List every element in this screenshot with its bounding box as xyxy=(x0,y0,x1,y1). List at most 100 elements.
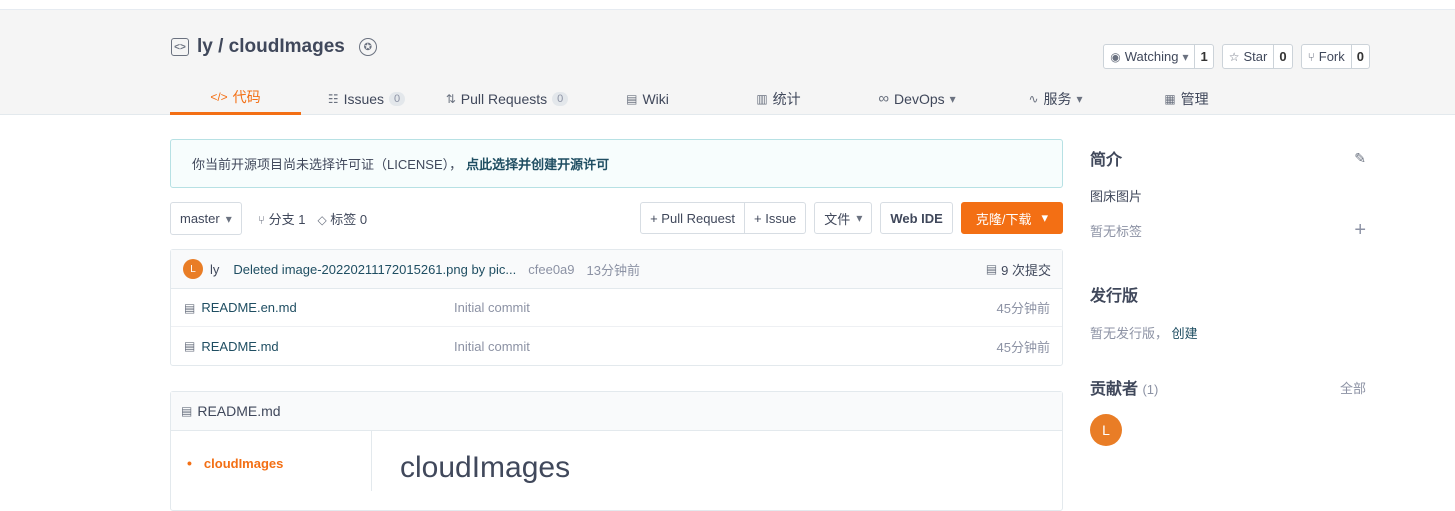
watch-label: Watching xyxy=(1124,49,1179,64)
contributors-title: 贡献者 xyxy=(1090,381,1139,398)
web-ide-button[interactable]: Web IDE xyxy=(880,202,953,234)
readme-panel: ▤ README.md cloudImages cloudImages xyxy=(170,391,1063,511)
new-issue-button[interactable]: + Issue xyxy=(745,202,807,234)
avatar[interactable]: L xyxy=(1090,414,1122,446)
readme-title: cloudImages xyxy=(400,451,571,484)
release-title: 发行版 xyxy=(1090,288,1139,305)
create-release-link[interactable]: 创建 xyxy=(1172,326,1198,341)
intro-title: 简介 xyxy=(1090,152,1123,169)
table-row: ▤ README.md Initial commit 45分钟前 xyxy=(171,327,1062,365)
repo-title[interactable]: ly / cloudImages xyxy=(197,36,345,58)
tab-pr-count: 0 xyxy=(552,91,569,106)
star-button[interactable]: ☆ Star 0 xyxy=(1221,44,1293,69)
intro-heading: 简介 ✎ xyxy=(1090,146,1366,170)
caret-down-icon: ▾ xyxy=(1076,91,1083,106)
license-notice: 你当前开源项目尚未选择许可证（LICENSE）， 点此选择并创建开源许可 xyxy=(170,139,1063,188)
files-label: 文件 xyxy=(824,211,851,227)
tag-icon: ◇ xyxy=(317,213,327,227)
commit-count: 9 次提交 xyxy=(1001,262,1051,278)
right-tools: + Pull Request + Issue 文件 ▾ Web IDE 克隆/下… xyxy=(640,202,1063,234)
tab-manage[interactable]: ▦ 管理 xyxy=(1121,82,1252,115)
sidebar: 简介 ✎ 图床图片 暂无标签 + 发行版 暂无发行版， 创建 贡献者 (1) 全… xyxy=(1090,139,1366,446)
tab-devops[interactable]: ∞ DevOps ▾ xyxy=(844,82,990,115)
repo-actions: ◉ Watching ▾ 1 ☆ Star 0 ⑂ Fork 0 xyxy=(1103,44,1370,69)
branches-link[interactable]: ⑂ 分支 1 xyxy=(258,209,306,228)
intro-text: 图床图片 xyxy=(1090,189,1143,204)
readme-toc: cloudImages xyxy=(171,431,372,491)
fork-count[interactable]: 0 xyxy=(1350,45,1369,68)
add-icon[interactable]: + xyxy=(1354,219,1366,242)
tags-label: 标签 0 xyxy=(330,212,368,227)
tab-code[interactable]: </> 代码 xyxy=(170,82,301,115)
commit-author[interactable]: ly xyxy=(210,262,219,277)
file-name[interactable]: README.md xyxy=(201,339,451,354)
file-icon: ▤ xyxy=(184,339,196,353)
document-icon: ▤ xyxy=(181,404,193,418)
file-table: L ly Deleted image-20220211172015261.png… xyxy=(170,249,1063,366)
files-dropdown[interactable]: 文件 ▾ xyxy=(814,202,873,234)
fork-button[interactable]: ⑂ Fork 0 xyxy=(1300,44,1370,69)
top-strip xyxy=(0,0,1455,10)
release-row: 暂无发行版， 创建 xyxy=(1090,323,1366,342)
new-pull-request-button[interactable]: + Pull Request xyxy=(640,202,746,234)
commit-message[interactable]: Deleted image-20220211172015261.png by p… xyxy=(233,262,516,277)
star-label: Star xyxy=(1243,49,1268,64)
fork-icon: ⑂ xyxy=(1307,49,1315,64)
no-tags-text: 暂无标签 xyxy=(1090,224,1143,239)
readme-body: cloudImages cloudImages xyxy=(171,431,1062,491)
caret-down-icon: ▾ xyxy=(225,211,232,226)
tab-stats-label: 统计 xyxy=(772,90,801,107)
file-commit-message[interactable]: Initial commit xyxy=(454,339,530,354)
tab-issues[interactable]: ☷ Issues 0 xyxy=(301,82,432,115)
file-name[interactable]: README.en.md xyxy=(201,300,451,315)
latest-commit-row: L ly Deleted image-20220211172015261.png… xyxy=(171,250,1062,289)
watch-button[interactable]: ◉ Watching ▾ 1 xyxy=(1103,44,1214,69)
repo-icon: <> xyxy=(171,38,189,56)
eye-icon: ◉ xyxy=(1110,49,1121,64)
fork-label: Fork xyxy=(1318,49,1345,64)
contributors-all-link[interactable]: 全部 xyxy=(1340,378,1366,397)
clone-download-button[interactable]: 克隆/下载 ▾ xyxy=(960,202,1063,234)
create-group: + Pull Request + Issue xyxy=(640,202,807,234)
watch-count[interactable]: 1 xyxy=(1194,45,1212,68)
document-icon: ▤ xyxy=(985,262,998,276)
toc-item[interactable]: cloudImages xyxy=(187,455,371,471)
star-count[interactable]: 0 xyxy=(1273,45,1291,68)
branch-select[interactable]: master ▾ xyxy=(170,202,242,235)
repo-title-row: <> ly / cloudImages ✪ xyxy=(171,36,377,58)
tab-service[interactable]: ∿ 服务 ▾ xyxy=(990,82,1121,115)
tab-stats[interactable]: ▥ 统计 xyxy=(713,82,844,115)
pull-request-icon: ⇅ xyxy=(445,91,456,106)
tab-pr-label: Pull Requests xyxy=(460,90,548,107)
repo-toolbar: master ▾ ⑂ 分支 1 ◇ 标签 0 + Pull Request + … xyxy=(170,202,1063,235)
commits-link[interactable]: ▤ 9 次提交 xyxy=(986,260,1051,279)
tab-manage-label: 管理 xyxy=(1180,90,1209,107)
tab-service-label: 服务 xyxy=(1043,90,1072,107)
tab-devops-label: DevOps xyxy=(894,90,945,107)
caret-down-icon: ▾ xyxy=(1182,49,1189,64)
tab-issues-count: 0 xyxy=(389,91,406,106)
tab-code-label: 代码 xyxy=(232,89,261,105)
avatar[interactable]: L xyxy=(183,259,203,279)
tab-pull-requests[interactable]: ⇅ Pull Requests 0 xyxy=(432,82,582,115)
tab-wiki-label: Wiki xyxy=(642,90,669,107)
tags-link[interactable]: ◇ 标签 0 xyxy=(317,209,367,228)
caret-down-icon: ▾ xyxy=(1041,210,1048,225)
tab-wiki[interactable]: ▤ Wiki xyxy=(582,82,713,115)
contributors-list: L xyxy=(1090,414,1366,446)
branches-label: 分支 1 xyxy=(268,212,306,227)
readme-filename: README.md xyxy=(197,403,281,419)
tags-row: 暂无标签 + xyxy=(1090,219,1366,242)
edit-icon[interactable]: ✎ xyxy=(1354,150,1366,167)
award-icon[interactable]: ✪ xyxy=(358,38,377,56)
branch-info: ⑂ 分支 1 ◇ 标签 0 xyxy=(258,209,367,228)
file-commit-message[interactable]: Initial commit xyxy=(454,300,530,315)
commit-sha[interactable]: cfee0a9 xyxy=(528,262,574,277)
release-heading: 发行版 xyxy=(1090,282,1366,306)
service-icon: ∿ xyxy=(1028,91,1039,106)
issues-icon: ☷ xyxy=(327,91,339,106)
caret-down-icon: ▾ xyxy=(856,211,863,225)
license-create-link[interactable]: 点此选择并创建开源许可 xyxy=(466,154,609,173)
file-time: 45分钟前 xyxy=(996,301,1050,316)
release-text: 暂无发行版， xyxy=(1090,326,1169,341)
